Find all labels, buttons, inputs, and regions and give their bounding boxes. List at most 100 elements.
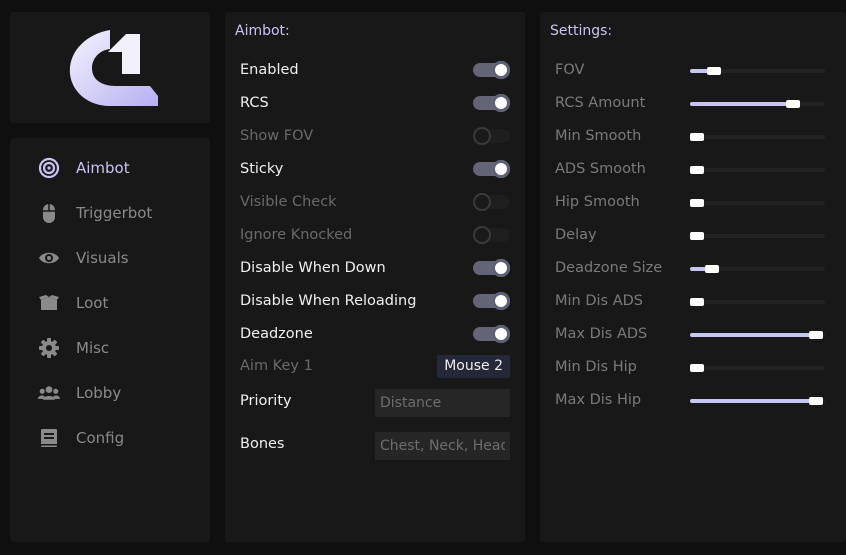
- gear-icon: [38, 337, 60, 359]
- box-icon: [38, 292, 60, 314]
- aim-key-row: Aim Key 1 Mouse 2: [240, 354, 510, 378]
- slider-thumb[interactable]: [690, 298, 704, 306]
- slider-label: RCS Amount: [555, 95, 646, 111]
- rcs-toggle[interactable]: [473, 94, 510, 112]
- sidebar-item-misc[interactable]: Misc: [38, 333, 109, 363]
- enabled-toggle[interactable]: [473, 61, 510, 79]
- slider-track[interactable]: [690, 232, 825, 240]
- slider-row: ADS Smooth: [555, 159, 830, 181]
- slider-track[interactable]: [690, 100, 825, 108]
- slider-thumb[interactable]: [690, 166, 704, 174]
- slider-label: Deadzone Size: [555, 260, 663, 276]
- disable-when-down-toggle[interactable]: [473, 259, 510, 277]
- slider-row: Deadzone Size: [555, 258, 830, 280]
- app-logo: [69, 30, 158, 106]
- toggle-knob: [492, 160, 510, 178]
- aim-key-label: Aim Key 1: [240, 358, 313, 374]
- sidebar-item-loot[interactable]: Loot: [38, 288, 108, 318]
- sidebar-item-config[interactable]: Config: [38, 423, 124, 453]
- mouse-icon: [38, 202, 60, 224]
- toggle-knob: [473, 226, 491, 244]
- aimbot-title: Aimbot:: [235, 23, 290, 39]
- aimbot-panel: Aimbot: Enabled RCS Show FOV Sticky Visi…: [225, 12, 525, 542]
- slider-row: RCS Amount: [555, 93, 830, 115]
- toggle-label: Deadzone: [240, 326, 313, 342]
- toggle-row-deadzone: Deadzone: [240, 322, 510, 346]
- slider-thumb[interactable]: [809, 397, 823, 405]
- toggle-row-show-fov: Show FOV: [240, 124, 510, 148]
- slider-row: Delay: [555, 225, 830, 247]
- slider-row: Hip Smooth: [555, 192, 830, 214]
- slider-thumb[interactable]: [690, 199, 704, 207]
- toggle-knob: [492, 259, 510, 277]
- show-fov-toggle[interactable]: [473, 127, 510, 145]
- toggle-row-rcs: RCS: [240, 91, 510, 115]
- disable-when-reloading-toggle[interactable]: [473, 292, 510, 310]
- sticky-toggle[interactable]: [473, 160, 510, 178]
- toggle-label: Enabled: [240, 62, 299, 78]
- slider-label: ADS Smooth: [555, 161, 646, 177]
- slider-row: FOV: [555, 60, 830, 82]
- slider-thumb[interactable]: [690, 232, 704, 240]
- slider-label: Hip Smooth: [555, 194, 640, 210]
- slider-fill: [690, 102, 793, 106]
- slider-thumb[interactable]: [705, 265, 719, 273]
- toggle-label: RCS: [240, 95, 269, 111]
- slider-thumb[interactable]: [707, 67, 721, 75]
- toggle-knob: [492, 325, 510, 343]
- sidebar-item-label: Loot: [76, 294, 109, 312]
- book-icon: [38, 427, 60, 449]
- slider-label: Min Dis ADS: [555, 293, 643, 309]
- slider-label: Max Dis Hip: [555, 392, 642, 408]
- slider-track[interactable]: [690, 265, 825, 273]
- settings-panel: Settings: FOV RCS Amount Min Smooth ADS Smo…: [540, 12, 846, 542]
- ignore-knocked-toggle[interactable]: [473, 226, 510, 244]
- deadzone-toggle[interactable]: [473, 325, 510, 343]
- toggle-label: Sticky: [240, 161, 284, 177]
- sidebar-item-lobby[interactable]: Lobby: [38, 378, 121, 408]
- slider-row: Max Dis Hip: [555, 390, 830, 412]
- slider-label: FOV: [555, 62, 585, 78]
- sidebar-nav: Aimbot Triggerbot Visuals Loot Misc Lobb…: [10, 138, 210, 542]
- aim-key-button[interactable]: Mouse 2: [437, 354, 510, 378]
- toggle-label: Ignore Knocked: [240, 227, 353, 243]
- slider-fill: [690, 333, 816, 337]
- slider-thumb[interactable]: [786, 100, 800, 108]
- slider-thumb[interactable]: [809, 331, 823, 339]
- toggle-knob: [473, 127, 491, 145]
- toggle-label: Disable When Down: [240, 260, 386, 276]
- logo-panel: [10, 12, 210, 123]
- slider-thumb[interactable]: [690, 133, 704, 141]
- toggle-knob: [492, 292, 510, 310]
- slider-track[interactable]: [690, 298, 825, 306]
- slider-track[interactable]: [690, 199, 825, 207]
- slider-track[interactable]: [690, 166, 825, 174]
- slider-track[interactable]: [690, 364, 825, 372]
- priority-input[interactable]: [375, 389, 510, 417]
- sidebar-item-triggerbot[interactable]: Triggerbot: [38, 198, 152, 228]
- sidebar-item-label: Config: [76, 429, 125, 447]
- slider-thumb[interactable]: [690, 364, 704, 372]
- bones-label: Bones: [240, 436, 285, 452]
- slider-row: Max Dis ADS: [555, 324, 830, 346]
- sidebar-item-label: Misc: [76, 339, 110, 357]
- visible-check-toggle[interactable]: [473, 193, 510, 211]
- slider-track[interactable]: [690, 397, 825, 405]
- toggle-label: Visible Check: [240, 194, 337, 210]
- sidebar-item-label: Aimbot: [76, 159, 130, 177]
- toggle-label: Disable When Reloading: [240, 293, 417, 309]
- settings-title: Settings:: [550, 23, 613, 39]
- slider-track[interactable]: [690, 67, 825, 75]
- bones-input[interactable]: [375, 432, 510, 460]
- sidebar-item-label: Lobby: [76, 384, 122, 402]
- sidebar-item-label: Triggerbot: [76, 204, 153, 222]
- sidebar-item-aimbot[interactable]: Aimbot: [38, 153, 130, 183]
- slider-track[interactable]: [690, 331, 825, 339]
- toggle-knob: [492, 61, 510, 79]
- slider-row: Min Dis Hip: [555, 357, 830, 379]
- slider-label: Min Dis Hip: [555, 359, 637, 375]
- slider-track[interactable]: [690, 133, 825, 141]
- sidebar-item-visuals[interactable]: Visuals: [38, 243, 129, 273]
- users-icon: [38, 382, 60, 404]
- toggle-row-disable-when-reloading: Disable When Reloading: [240, 289, 510, 313]
